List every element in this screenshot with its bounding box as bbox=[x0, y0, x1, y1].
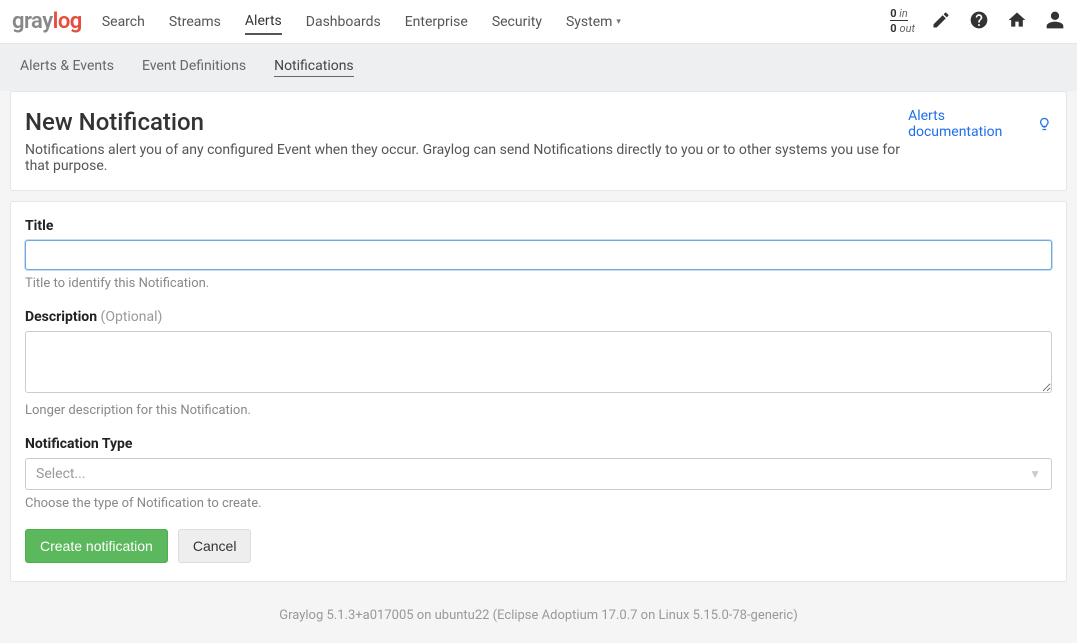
throughput-out-num: 0 bbox=[890, 22, 896, 35]
top-bar: graylog Search Streams Alerts Dashboards… bbox=[0, 0, 1077, 44]
throughput-indicator: 0 in 0 out bbox=[890, 7, 915, 36]
form-buttons: Create notification Cancel bbox=[25, 529, 1052, 563]
description-label-text: Description bbox=[25, 309, 101, 325]
title-group: Title Title to identify this Notificatio… bbox=[25, 218, 1052, 291]
nav-alerts[interactable]: Alerts bbox=[245, 9, 282, 35]
description-label: Description (Optional) bbox=[25, 309, 1052, 325]
type-select[interactable]: Select... ▼ bbox=[25, 458, 1052, 490]
title-label: Title bbox=[25, 218, 1052, 234]
throughput-in-label: in bbox=[899, 7, 908, 20]
create-button[interactable]: Create notification bbox=[25, 529, 168, 563]
form-panel: Title Title to identify this Notificatio… bbox=[10, 201, 1067, 582]
footer-text: Graylog 5.1.3+a017005 on ubuntu22 (Eclip… bbox=[0, 592, 1077, 643]
title-help: Title to identify this Notification. bbox=[25, 276, 1052, 291]
subnav-alerts-events[interactable]: Alerts & Events bbox=[20, 58, 114, 77]
edit-icon[interactable] bbox=[931, 10, 951, 34]
title-input[interactable] bbox=[25, 240, 1052, 270]
description-help: Longer description for this Notification… bbox=[25, 403, 1052, 418]
subnav-event-definitions[interactable]: Event Definitions bbox=[142, 58, 246, 77]
description-optional: (Optional) bbox=[101, 309, 163, 325]
logo-part2: log bbox=[53, 9, 82, 34]
throughput-out-label: out bbox=[900, 22, 915, 35]
type-group: Notification Type Select... ▼ Choose the… bbox=[25, 436, 1052, 511]
subnav-notifications[interactable]: Notifications bbox=[274, 58, 354, 77]
lightbulb-icon bbox=[1037, 116, 1052, 132]
documentation-link-label: Alerts documentation bbox=[908, 108, 1031, 140]
nav-streams[interactable]: Streams bbox=[169, 10, 221, 34]
home-icon[interactable] bbox=[1007, 10, 1027, 34]
cancel-button[interactable]: Cancel bbox=[178, 529, 252, 563]
description-group: Description (Optional) Longer descriptio… bbox=[25, 309, 1052, 418]
nav-search[interactable]: Search bbox=[102, 10, 145, 34]
chevron-down-icon: ▼ bbox=[1029, 467, 1041, 481]
nav-enterprise[interactable]: Enterprise bbox=[405, 10, 468, 34]
throughput-in-num: 0 bbox=[890, 7, 896, 20]
nav-dashboards[interactable]: Dashboards bbox=[306, 10, 381, 34]
logo-part1: gray bbox=[12, 9, 53, 34]
user-icon[interactable] bbox=[1045, 10, 1065, 34]
type-label: Notification Type bbox=[25, 436, 1052, 452]
nav-security[interactable]: Security bbox=[492, 10, 542, 34]
top-nav: Search Streams Alerts Dashboards Enterpr… bbox=[102, 9, 890, 35]
chevron-down-icon: ▾ bbox=[616, 17, 621, 27]
top-icons bbox=[931, 10, 1065, 34]
type-placeholder: Select... bbox=[36, 466, 86, 482]
logo[interactable]: graylog bbox=[12, 9, 82, 34]
page-subtitle: Notifications alert you of any configure… bbox=[25, 142, 908, 174]
nav-system[interactable]: System ▾ bbox=[566, 10, 621, 34]
sub-nav: Alerts & Events Event Definitions Notifi… bbox=[0, 44, 1077, 91]
page-title: New Notification bbox=[25, 108, 908, 136]
help-icon[interactable] bbox=[969, 10, 989, 34]
description-input[interactable] bbox=[25, 331, 1052, 393]
type-help: Choose the type of Notification to creat… bbox=[25, 496, 1052, 511]
page-header-panel: New Notification Notifications alert you… bbox=[10, 91, 1067, 191]
nav-system-label: System bbox=[566, 14, 612, 30]
documentation-link[interactable]: Alerts documentation bbox=[908, 108, 1052, 140]
